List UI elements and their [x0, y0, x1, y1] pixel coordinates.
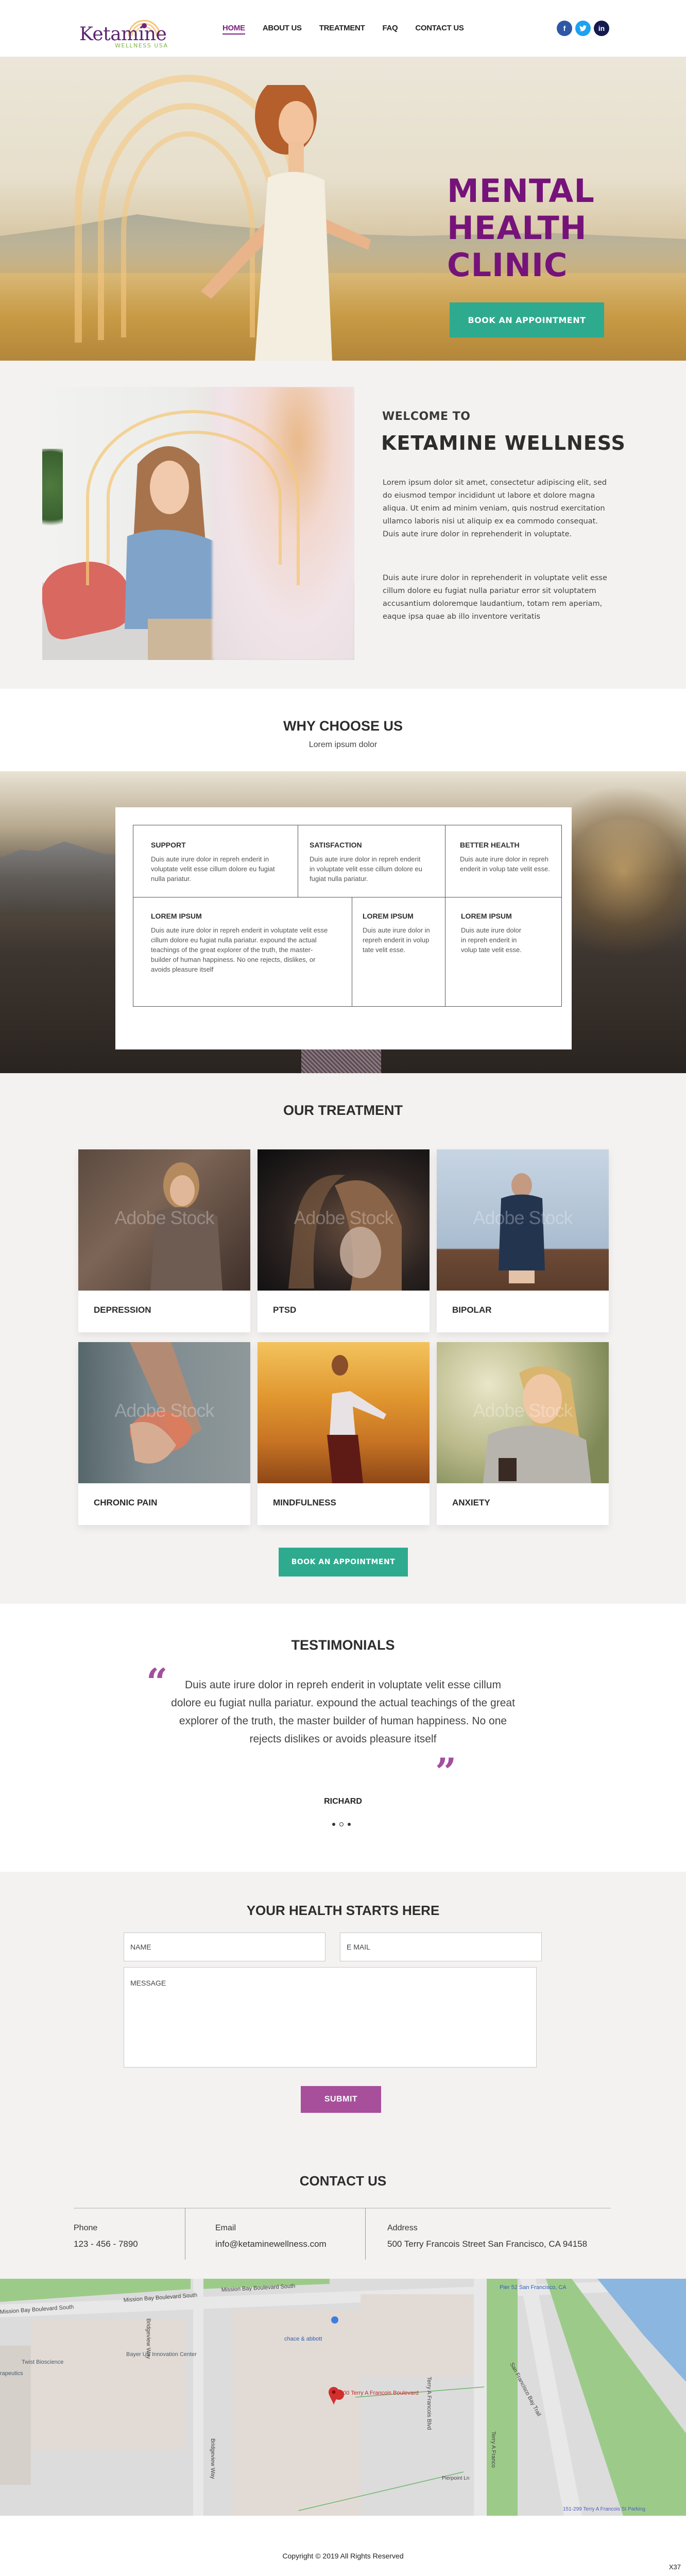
section-title: TESTIMONIALS	[291, 1637, 395, 1653]
testimonial-author: RICHARD	[324, 1797, 362, 1806]
map-canvas[interactable]: Mission Bay Boulevard South Mission Bay …	[0, 2279, 686, 2516]
anxiety-image: Adobe Stock	[437, 1342, 609, 1483]
book-appointment-button[interactable]: BOOK AN APPOINTMENT	[450, 302, 604, 337]
site-header: Ketamine WELLNESS USA HOME ABOUT US TREA…	[0, 0, 686, 57]
email-link[interactable]: info@ketaminewellness.com	[215, 2239, 365, 2249]
why-choose-header: WHY CHOOSE US Lorem ipsum dolor	[0, 689, 686, 771]
place-label: Bayer US Innovation Center	[126, 2351, 197, 2358]
about-paragraph: Lorem ipsum dolor sit amet, consectetur …	[383, 479, 607, 538]
section-subtitle: Lorem ipsum dolor	[308, 740, 378, 749]
feature-cell: LOREM IPSUM Duis aute irure dolor in rep…	[352, 897, 445, 1007]
nav-treatment[interactable]: TREATMENT	[319, 24, 365, 35]
feature-cell: LOREM IPSUM Duis aute irure dolor in rep…	[133, 897, 352, 1007]
map-marker-label: 500 Terry A Francois Boulevard	[340, 2390, 419, 2396]
nav-faq[interactable]: FAQ	[382, 24, 398, 35]
social-links: f in	[557, 21, 609, 36]
nav-contact-us[interactable]: CONTACT US	[415, 24, 464, 35]
section-title: OUR TREATMENT	[283, 1103, 403, 1118]
about-therapy-image	[42, 387, 354, 660]
about-arc-decoration	[107, 431, 282, 565]
place-label: chace & abbott	[284, 2336, 322, 2342]
submit-button[interactable]: SUBMIT	[301, 2086, 381, 2113]
depression-image: Adobe Stock	[78, 1149, 250, 1291]
logo[interactable]: Ketamine WELLNESS USA	[72, 5, 175, 53]
treatment-card-chronic-pain[interactable]: Adobe Stock CHRONIC PAIN	[78, 1342, 250, 1525]
street-label: Terry A Franco	[490, 2431, 496, 2468]
section-title: WHY CHOOSE US	[283, 718, 403, 734]
ptsd-image: Adobe Stock	[258, 1149, 430, 1291]
treatment-section: OUR TREATMENT Adobe Stock DEPRESSION Ado…	[0, 1073, 686, 1604]
twitter-icon[interactable]	[575, 21, 591, 36]
contact-email: Email info@ketaminewellness.com	[185, 2208, 365, 2260]
carousel-dot[interactable]	[332, 1823, 335, 1826]
facebook-icon[interactable]: f	[557, 21, 572, 36]
features-card: SUPPORT Duis aute irure dolor in repreh …	[115, 807, 572, 1049]
treatment-card-depression[interactable]: Adobe Stock DEPRESSION	[78, 1149, 250, 1332]
carousel-dots	[332, 1822, 351, 1826]
email-field[interactable]	[340, 1933, 542, 1961]
open-quote-icon: “	[146, 1660, 168, 1704]
section-title: CONTACT US	[299, 2173, 387, 2189]
street-label: Pierpoint Ln	[442, 2476, 469, 2481]
brand-heading: KETAMINE WELLNESS	[381, 432, 626, 454]
hero-woman-image	[201, 85, 371, 361]
section-title: YOUR HEALTH STARTS HERE	[246, 1903, 440, 1918]
why-choose-section: SUPPORT Duis aute irure dolor in repreh …	[0, 771, 686, 1073]
place-label: Pier 52 San Francisco, CA	[500, 2284, 567, 2291]
location-map[interactable]: Mission Bay Boulevard South Mission Bay …	[0, 2279, 686, 2516]
bipolar-image: Adobe Stock	[437, 1149, 609, 1291]
linkedin-icon[interactable]: in	[594, 21, 609, 36]
main-nav: HOME ABOUT US TREATMENT FAQ CONTACT US	[222, 24, 464, 35]
mindfulness-image: Adobe Stock	[258, 1342, 430, 1483]
carousel-dot[interactable]	[348, 1823, 351, 1826]
testimonials-section: TESTIMONIALS “ Duis aute irure dolor in …	[0, 1604, 686, 1872]
treatment-card-mindfulness[interactable]: Adobe Stock MINDFULNESS	[258, 1342, 430, 1525]
nav-about-us[interactable]: ABOUT US	[263, 24, 302, 35]
logo-tagline: WELLNESS USA	[115, 42, 168, 49]
place-label: 151-299 Terry A Francois St Parking	[563, 2506, 645, 2512]
phone-number[interactable]: 123 - 456 - 7890	[74, 2239, 185, 2249]
message-field[interactable]	[124, 1967, 537, 2067]
footer-badge: X37	[668, 2563, 681, 2571]
book-appointment-button[interactable]: BOOK AN APPOINTMENT	[279, 1548, 408, 1577]
treatment-card-anxiety[interactable]: Adobe Stock ANXIETY	[437, 1342, 609, 1525]
treatment-card-ptsd[interactable]: Adobe Stock PTSD	[258, 1149, 430, 1332]
street-label: Bridgeview Way	[210, 2438, 216, 2479]
about-paragraph: Duis aute irure dolor in reprehenderit i…	[383, 574, 607, 621]
logo-wordmark: Ketamine	[79, 24, 167, 45]
welcome-heading: WELCOME TO	[382, 410, 471, 423]
place-label: Twist Bioscience	[22, 2359, 63, 2365]
carousel-dot-active[interactable]	[339, 1822, 344, 1826]
contact-section: CONTACT US Phone 123 - 456 - 7890 Email …	[0, 2134, 686, 2279]
contact-form-section: YOUR HEALTH STARTS HERE SUBMIT	[0, 1872, 686, 2134]
place-label: rapeutics	[0, 2370, 23, 2377]
hero-banner: MENTAL HEALTH CLINIC BOOK AN APPOINTMENT	[0, 57, 686, 361]
testimonial-quote: Duis aute irure dolor in repreh enderit …	[171, 1679, 515, 1745]
site-footer: Copyright © 2019 All Rights Reserved X37	[0, 2516, 686, 2576]
name-field[interactable]	[124, 1933, 325, 1961]
chronic-pain-image: Adobe Stock	[78, 1342, 250, 1483]
feature-cell: LOREM IPSUM Duis aute irure dolor in rep…	[445, 897, 562, 1007]
contact-address: Address 500 Terry Francois Street San Fr…	[365, 2208, 633, 2260]
street-label: Terry A Francois Blvd	[426, 2377, 432, 2430]
hero-title: MENTAL HEALTH CLINIC	[447, 172, 595, 284]
nav-home[interactable]: HOME	[222, 24, 245, 35]
copyright-text: Copyright © 2019 All Rights Reserved	[282, 2552, 404, 2560]
close-quote-icon: ”	[435, 1750, 457, 1793]
map-shop-marker-icon[interactable]	[331, 2316, 338, 2324]
about-section: WELCOME TO KETAMINE WELLNESS Lorem ipsum…	[0, 361, 686, 689]
treatment-card-bipolar[interactable]: Adobe Stock BIPOLAR	[437, 1149, 609, 1332]
contact-phone: Phone 123 - 456 - 7890	[74, 2208, 185, 2260]
